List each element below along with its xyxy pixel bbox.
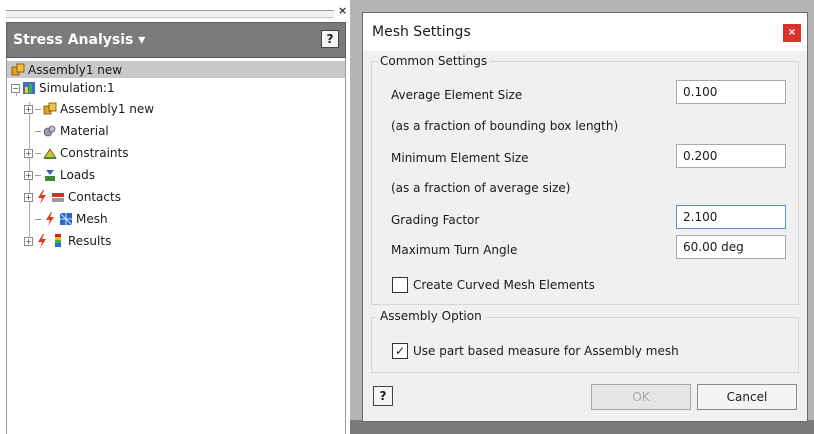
dialog-title: Mesh Settings xyxy=(372,24,471,40)
panel-grip[interactable] xyxy=(6,10,334,18)
results-icon xyxy=(55,234,61,247)
minimum-element-size-label: Minimum Element Size xyxy=(391,151,529,165)
expand-icon[interactable]: + xyxy=(24,170,33,180)
mesh-settings-dialog: Mesh Settings × Common Settings Average … xyxy=(362,12,808,422)
expand-icon[interactable]: + xyxy=(24,236,33,246)
warning-bolt-icon xyxy=(38,190,46,204)
curved-mesh-checkbox[interactable] xyxy=(392,277,408,293)
tree-label: Results xyxy=(68,234,112,248)
expand-icon[interactable]: + xyxy=(24,104,33,114)
curved-mesh-label[interactable]: Create Curved Mesh Elements xyxy=(413,278,595,292)
tree-item-constraints[interactable]: + Constraints xyxy=(24,145,128,161)
expand-icon[interactable]: + xyxy=(24,148,33,158)
grading-factor-input[interactable] xyxy=(676,205,786,229)
constraints-icon xyxy=(43,148,57,159)
average-element-size-label: Average Element Size xyxy=(391,88,523,102)
average-element-size-input[interactable] xyxy=(676,80,786,104)
browser-tree: Assembly1 new − Simulation:1 + Assembly1 xyxy=(6,58,346,434)
minimum-element-size-input[interactable] xyxy=(676,144,786,168)
warning-bolt-icon xyxy=(38,234,46,248)
part-based-measure-checkbox[interactable]: ✓ xyxy=(392,343,408,359)
maximum-turn-angle-label: Maximum Turn Angle xyxy=(391,243,518,257)
dialog-titlebar[interactable]: Mesh Settings × xyxy=(363,13,807,51)
assembly-icon xyxy=(43,102,57,115)
tree-item-mesh[interactable]: Mesh xyxy=(35,211,108,227)
warning-bolt-icon xyxy=(46,212,54,226)
panel-help-icon[interactable]: ? xyxy=(321,30,339,48)
tree-item-assembly[interactable]: + Assembly1 new xyxy=(24,101,154,117)
collapse-icon[interactable]: − xyxy=(11,83,20,93)
tree-label: Constraints xyxy=(60,146,129,160)
minimum-element-size-note: (as a fraction of average size) xyxy=(391,181,571,195)
tree-item-simulation[interactable]: − Simulation:1 xyxy=(11,80,115,96)
part-based-measure-label[interactable]: Use part based measure for Assembly mesh xyxy=(413,344,679,358)
tree-root-row[interactable]: Assembly1 new xyxy=(7,61,345,78)
group-title: Common Settings xyxy=(377,54,491,68)
expand-icon[interactable]: + xyxy=(24,192,33,202)
close-icon[interactable]: × xyxy=(783,24,801,42)
cancel-button[interactable]: Cancel xyxy=(697,384,797,410)
average-element-size-note: (as a fraction of bounding box length) xyxy=(391,119,619,133)
tree-item-results[interactable]: + Results xyxy=(24,233,111,249)
contacts-icon xyxy=(52,193,64,202)
group-title: Assembly Option xyxy=(377,309,485,323)
browser-panel: × Stress Analysis ▾ ? Assembly1 new − Si… xyxy=(0,0,350,434)
tree-label: Mesh xyxy=(76,212,108,226)
simulation-icon xyxy=(23,82,35,94)
ok-button[interactable]: OK xyxy=(591,384,691,410)
maximum-turn-angle-input[interactable] xyxy=(676,235,786,259)
help-icon[interactable]: ? xyxy=(373,386,393,406)
panel-header: Stress Analysis ▾ ? xyxy=(6,22,346,58)
tree-label: Material xyxy=(60,124,109,138)
loads-icon xyxy=(45,170,55,181)
tree-root-label: Assembly1 new xyxy=(28,63,123,77)
tree-item-contacts[interactable]: + Contacts xyxy=(24,189,121,205)
tree-label: Assembly1 new xyxy=(60,102,155,116)
viewport-edge xyxy=(350,420,814,434)
tree-item-loads[interactable]: + Loads xyxy=(24,167,95,183)
tree-label: Simulation:1 xyxy=(39,81,115,95)
mesh-icon xyxy=(59,212,73,226)
tree-label: Contacts xyxy=(68,190,121,204)
grading-factor-label: Grading Factor xyxy=(391,213,480,227)
panel-title-dropdown[interactable]: Stress Analysis ▾ xyxy=(13,32,145,48)
tree-label: Loads xyxy=(60,168,96,182)
tree-item-material[interactable]: Material xyxy=(35,123,109,139)
material-icon xyxy=(43,125,56,137)
assembly-icon xyxy=(11,63,25,76)
panel-close-icon[interactable]: × xyxy=(338,4,347,17)
